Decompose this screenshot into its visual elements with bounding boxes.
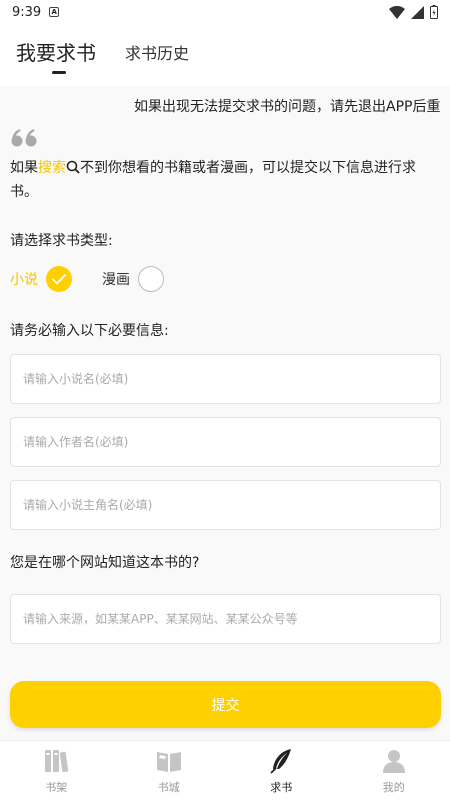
nav-item-request[interactable]: 求书	[225, 741, 338, 800]
status-time: 9:39	[12, 4, 42, 20]
tab-request-book[interactable]: 我要求书	[16, 37, 96, 66]
bookshelf-icon	[45, 750, 69, 773]
quote-icon	[11, 129, 37, 147]
type-option-comic[interactable]: 漫画	[102, 266, 164, 292]
book-open-icon	[156, 752, 181, 772]
search-icon	[66, 160, 80, 174]
signal-icon	[411, 5, 424, 19]
type-option-novel[interactable]: 小说	[10, 266, 72, 292]
author-name-field-box	[10, 417, 441, 467]
nav-label-request: 求书	[270, 781, 293, 794]
protagonist-name-input[interactable]	[23, 498, 428, 512]
type-selector: 小说 漫画	[10, 266, 164, 292]
nav-item-bookstore[interactable]: 书城	[113, 741, 226, 800]
novel-name-input[interactable]	[23, 372, 428, 386]
submit-button[interactable]: 提交	[10, 681, 441, 728]
nav-item-mine[interactable]: 我的	[338, 741, 450, 800]
request-form-area: 如果出现无法提交求书的问题，请先退出APP后重 如果搜索 不到你想看的书籍或者漫画…	[0, 86, 450, 740]
checked-radio-icon	[46, 266, 72, 292]
nav-label-bookshelf: 书架	[45, 781, 68, 794]
tab-indicator	[52, 71, 66, 74]
type-label: 请选择求书类型:	[10, 233, 113, 249]
source-input[interactable]	[23, 612, 428, 626]
notice-marquee: 如果出现无法提交求书的问题，请先退出APP后重	[134, 99, 441, 115]
intro-text: 如果搜索 不到你想看的书籍或者漫画，可以提交以下信息进行求书。	[10, 160, 416, 200]
nav-label-mine: 我的	[382, 781, 405, 794]
author-name-input[interactable]	[23, 435, 428, 449]
unchecked-radio-icon	[138, 266, 164, 292]
nav-label-bookstore: 书城	[157, 781, 180, 794]
bottom-nav: 书架 书城 求书 我的	[0, 740, 450, 800]
required-info-label: 请务必输入以下必要信息:	[10, 323, 169, 339]
notification-icon: A	[49, 7, 60, 17]
feather-icon	[270, 749, 292, 774]
person-icon	[382, 750, 405, 773]
status-bar: 9:39 A	[0, 0, 450, 24]
wifi-icon	[389, 5, 405, 19]
nav-item-bookshelf[interactable]: 书架	[0, 741, 113, 800]
tab-request-history[interactable]: 求书历史	[125, 40, 189, 64]
top-tab-bar: 我要求书 求书历史	[0, 24, 450, 86]
protagonist-field-box	[10, 480, 441, 530]
battery-icon	[430, 5, 438, 19]
status-icons	[389, 5, 438, 19]
source-label: 您是在哪个网站知道这本书的?	[10, 555, 200, 571]
novel-name-field-box	[10, 354, 441, 404]
source-field-box	[10, 594, 441, 644]
search-link[interactable]: 搜索	[38, 160, 66, 176]
